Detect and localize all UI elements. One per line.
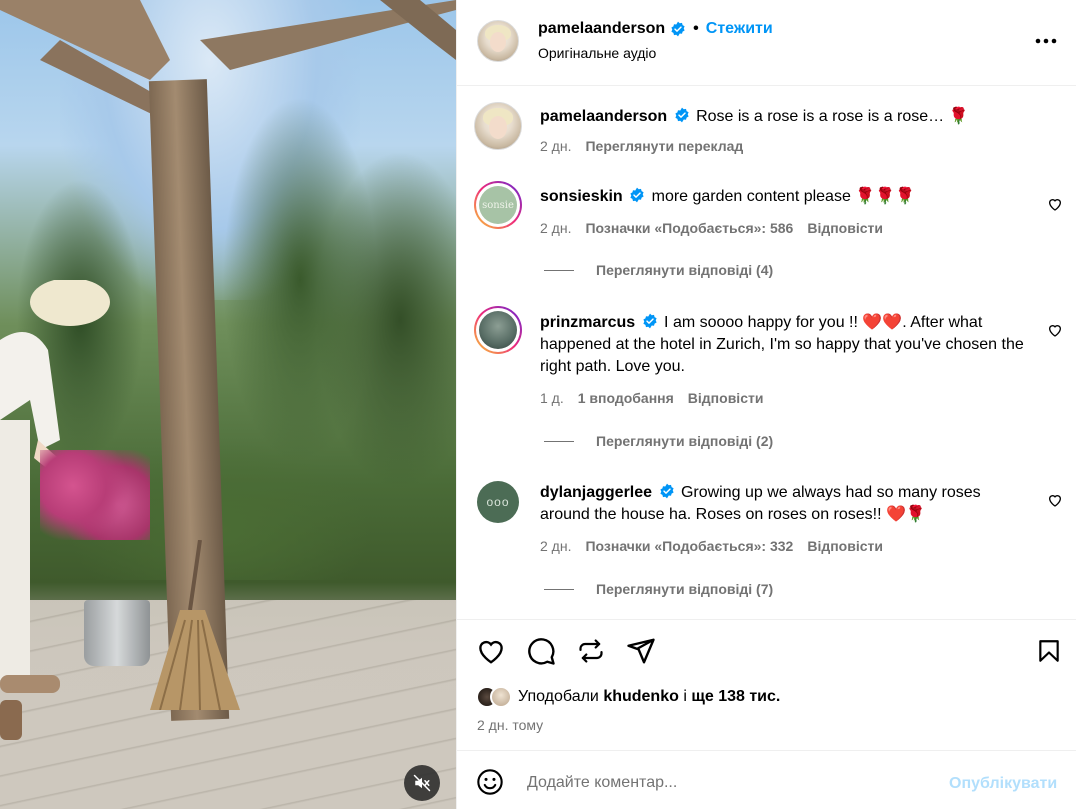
comment-like-heart-icon[interactable] [1047,196,1063,212]
comment-avatar[interactable]: sonsie [474,181,522,229]
view-replies-label: Переглянути відповіді (7) [596,581,774,597]
audio-link[interactable]: Оригінальне аудіо [538,45,656,61]
comment-like-heart-icon[interactable] [1047,322,1063,338]
comment-likes-count[interactable]: Позначки «Подобається»: 332 [585,538,793,554]
comment-body: dylanjaggerlee Growing up we always had … [540,482,1025,526]
comment-avatar[interactable]: ooo [477,481,519,523]
comment-username[interactable]: dylanjaggerlee [540,484,652,501]
dylan-logo: ooo [486,495,510,509]
view-replies-label: Переглянути відповіді (2) [596,433,774,449]
view-replies-button[interactable]: Переглянути відповіді (4) [544,262,773,278]
comment-avatar[interactable] [474,306,522,354]
translate-button[interactable]: Переглянути переклад [585,138,743,154]
replies-divider [544,588,574,590]
send-icon [627,638,655,664]
post-actions: Уподобали khudenko і ще 138 тис. 2 дн. т… [457,619,1076,749]
post-header: pamelaanderson • Стежити Оригінальне ауд… [457,0,1076,86]
verified-badge-icon [671,21,685,37]
comment-age[interactable]: 2 дн. [540,220,571,236]
likes-connector: і [683,688,687,705]
post-detail-panel: pamelaanderson • Стежити Оригінальне ауд… [456,0,1076,809]
verified-badge-icon [659,483,674,499]
emoji-button[interactable] [476,768,506,798]
mute-toggle-button[interactable] [404,765,440,801]
caption-body: pamelaanderson Rose is a rose is a rose … [540,106,1025,128]
caption-meta: 2 дн. Переглянути переклад [540,138,743,154]
muted-speaker-icon [413,774,431,792]
comment-meta: 2 дн. Позначки «Подобається»: 332 Відпов… [540,538,883,554]
comment-username[interactable]: sonsieskin [540,188,623,205]
reply-button[interactable]: Відповісти [807,220,883,236]
comment-body: sonsieskin more garden content please 🌹🌹… [540,186,1025,208]
replies-divider [544,269,574,271]
comment-input[interactable] [527,770,927,796]
video-bucket [84,600,150,666]
comment-username[interactable]: prinzmarcus [540,314,635,331]
comment-like-heart-icon[interactable] [1047,492,1063,508]
video-pergola-beams [0,0,456,135]
comments-section[interactable]: pamelaanderson Rose is a rose is a rose … [457,86,1076,619]
comment-icon [528,638,555,665]
likes-user[interactable]: khudenko [603,688,679,705]
bookmark-icon [1039,640,1059,662]
likes-count[interactable]: ще 138 тис. [691,688,780,705]
more-options-button[interactable] [1033,28,1059,54]
liker-avatar [490,686,512,708]
author-line: pamelaanderson • Стежити [538,20,773,38]
comment-button[interactable] [525,635,557,667]
author-avatar[interactable] [477,20,519,62]
comment-likes-count[interactable]: Позначки «Подобається»: 586 [585,220,793,236]
reply-button[interactable]: Відповісти [688,390,764,406]
publish-button[interactable]: Опублікувати [949,775,1057,793]
view-replies-button[interactable]: Переглянути відповіді (2) [544,433,773,449]
more-options-icon [1035,38,1057,44]
comment-body: prinzmarcus I am soooo happy for you !! … [540,312,1025,378]
post-timestamp[interactable]: 2 дн. тому [477,717,543,733]
comment-text: more garden content please 🌹🌹🌹 [651,188,916,205]
send-button[interactable] [625,635,657,667]
verified-badge-icon [642,313,657,329]
like-button[interactable] [475,635,507,667]
video-broom [150,540,240,710]
heart-icon [479,640,503,664]
caption-text: Rose is a rose is a rose is a rose… 🌹 [696,108,969,125]
comment-likes-count[interactable]: 1 вподобання [578,390,674,406]
view-replies-label: Переглянути відповіді (4) [596,262,774,278]
share-icon [579,639,603,663]
separator-dot: • [693,20,699,37]
comment-age[interactable]: 1 д. [540,390,564,406]
author-username[interactable]: pamelaanderson [538,20,665,38]
verified-badge-icon [630,187,644,203]
caption-age[interactable]: 2 дн. [540,138,571,154]
video-rose-bouquet [40,450,150,540]
view-replies-button[interactable]: Переглянути відповіді (7) [544,581,773,597]
verified-badge-icon [675,107,689,123]
sonsie-logo: sonsie [479,186,517,224]
follow-button[interactable]: Стежити [706,20,773,38]
share-button[interactable] [575,635,607,667]
reply-button[interactable]: Відповісти [807,538,883,554]
caption-username[interactable]: pamelaanderson [540,108,667,125]
comment-meta: 1 д. 1 вподобання Відповісти [540,390,763,406]
replies-divider [544,440,574,442]
save-button[interactable] [1033,635,1065,667]
post-video[interactable] [0,0,456,809]
comment-age[interactable]: 2 дн. [540,538,571,554]
comment-composer: Опублікувати [457,750,1076,809]
likes-summary[interactable]: Уподобали khudenko і ще 138 тис. [476,686,780,708]
comment-meta: 2 дн. Позначки «Подобається»: 586 Відпов… [540,220,883,236]
caption-author-avatar[interactable] [474,102,522,150]
likes-prefix: Уподобали [518,688,599,705]
emoji-icon [477,769,503,795]
